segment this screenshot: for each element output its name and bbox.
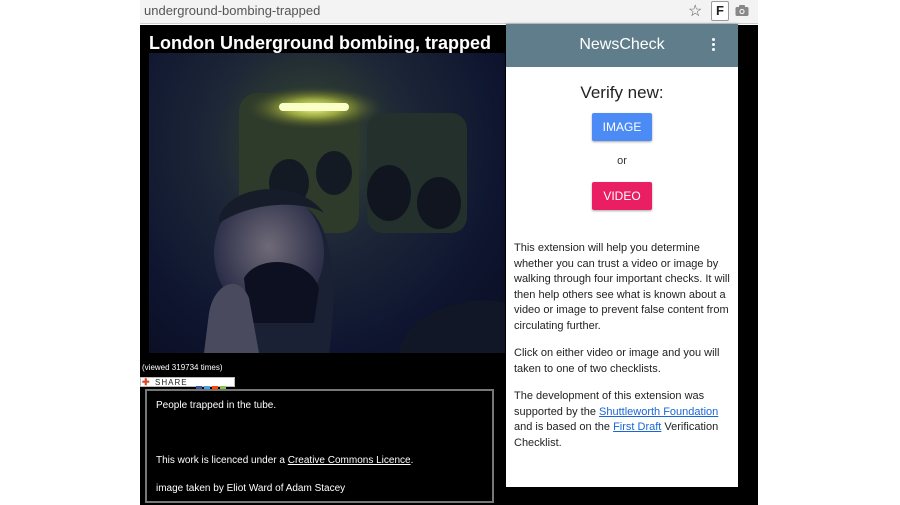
- star-icon[interactable]: ☆: [688, 1, 702, 21]
- tube-photo-illustration: [204, 86, 505, 353]
- camera-icon[interactable]: [735, 4, 749, 17]
- newscheck-popup: NewsCheck Verify new: IMAGE or VIDEO Thi…: [506, 24, 738, 487]
- credits-paragraph: The development of this extension was su…: [514, 390, 719, 449]
- instructions-paragraph: Click on either video or image and you w…: [514, 347, 720, 375]
- shuttleworth-link[interactable]: Shuttleworth Foundation: [599, 406, 718, 418]
- screen: underground-bombing-trapped ☆ F London U…: [0, 0, 900, 505]
- popup-title: NewsCheck: [579, 36, 665, 53]
- tube-photo: [149, 53, 505, 353]
- verify-image-button[interactable]: IMAGE: [592, 113, 652, 141]
- page-title: London Underground bombing, trapped: [149, 33, 491, 53]
- social-icons: [196, 379, 234, 392]
- view-count: (viewed 319734 times): [142, 363, 223, 372]
- first-draft-link[interactable]: First Draft: [613, 421, 661, 433]
- newscheck-extension-icon[interactable]: F: [711, 1, 729, 21]
- verify-video-button[interactable]: VIDEO: [592, 182, 652, 210]
- share-button[interactable]: ✚ SHARE: [140, 377, 235, 392]
- address-bar-url[interactable]: underground-bombing-trapped: [144, 3, 320, 18]
- more-vert-icon[interactable]: [712, 38, 716, 52]
- or-separator: or: [617, 155, 627, 167]
- description-box: People trapped in the tube. This work is…: [145, 389, 494, 503]
- browser-toolbar: underground-bombing-trapped ☆ F: [140, 0, 758, 24]
- share-label: SHARE: [155, 378, 188, 387]
- popup-header: NewsCheck: [506, 24, 738, 67]
- intro-paragraph: This extension will help you determine w…: [514, 242, 730, 332]
- licence-text: This work is licenced under a Creative C…: [156, 455, 414, 466]
- verify-heading: Verify new:: [580, 83, 664, 102]
- share-plus-icon: ✚: [142, 377, 150, 387]
- photo-caption: People trapped in the tube.: [156, 400, 277, 411]
- creative-commons-link[interactable]: Creative Commons Licence: [288, 455, 411, 466]
- photo-credit: image taken by Eliot Ward of Adam Stacey: [156, 483, 346, 494]
